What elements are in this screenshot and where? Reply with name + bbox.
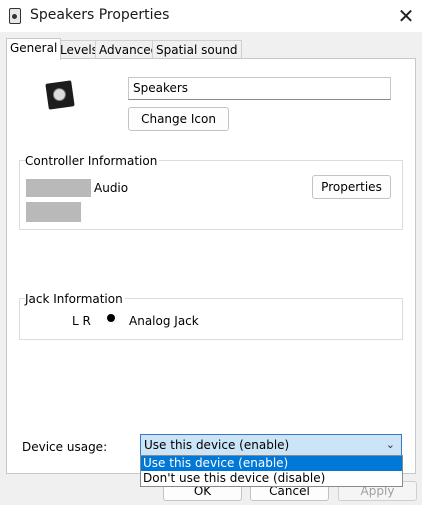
jack-type: Analog Jack [129,314,199,328]
device-usage-select[interactable]: Use this device (enable) ⌄ [140,434,402,456]
redacted-controller-name [26,179,91,197]
tab-spatial-sound[interactable]: Spatial sound [152,40,242,59]
speaker-app-icon [9,8,21,24]
close-icon[interactable]: ✕ [392,2,420,30]
chevron-down-icon[interactable]: ⌄ [386,435,395,455]
tab-general[interactable]: General [6,38,62,60]
device-usage-dropdown: Use this device (enable) Don't use this … [140,455,403,487]
window-title: Speakers Properties [30,7,170,23]
device-usage-label: Device usage: [22,440,108,454]
controller-info-label: Controller Information [25,154,160,168]
redacted-controller-detail [26,202,81,222]
jack-info-label: Jack Information [25,292,125,306]
jack-color-dot [107,314,115,322]
device-usage-selected: Use this device (enable) [144,438,290,452]
controller-name-suffix: Audio [94,181,129,195]
change-icon-button[interactable]: Change Icon [128,107,229,131]
jack-channels: L R [72,314,91,328]
device-name-field[interactable]: Speakers [128,77,391,100]
option-disable[interactable]: Don't use this device (disable) [141,471,402,486]
option-enable[interactable]: Use this device (enable) [141,456,402,471]
title-bar: Speakers Properties ✕ [0,0,422,32]
speaker-icon [45,80,75,110]
properties-button[interactable]: Properties [312,175,391,199]
